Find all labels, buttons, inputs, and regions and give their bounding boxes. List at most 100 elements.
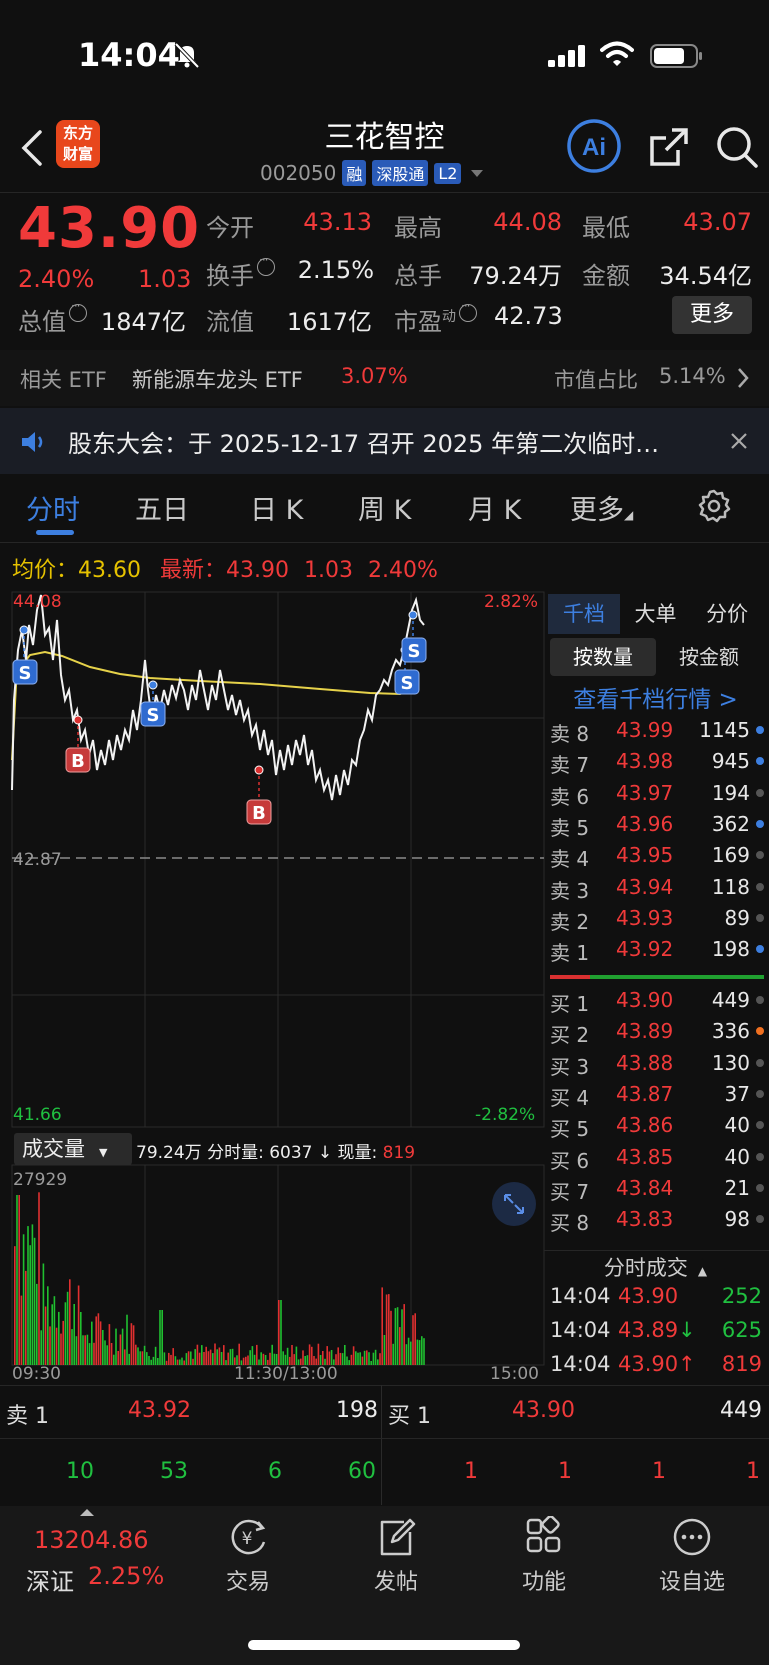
tab-five-day[interactable]: 五日 <box>135 488 189 527</box>
view-depth-link[interactable]: 查看千档行情 > <box>548 680 763 714</box>
bid-row[interactable]: 买 6 43.85 40 <box>550 1145 764 1176</box>
nav-customize[interactable]: 设自选 <box>642 1516 742 1596</box>
ask-row[interactable]: 卖 7 43.98 945 <box>550 749 764 780</box>
sell-marker[interactable]: S <box>140 701 166 727</box>
tab-full-depth[interactable]: 千档 <box>548 594 620 634</box>
ai-assistant-icon[interactable]: Ai <box>566 118 622 174</box>
sell-queue-item: 60 <box>348 1459 376 1484</box>
search-icon[interactable] <box>714 124 760 170</box>
share-icon[interactable] <box>646 124 692 170</box>
wifi-icon <box>600 41 634 66</box>
market-cap-label[interactable]: 总值 <box>18 299 87 337</box>
svg-text:S: S <box>408 641 421 662</box>
volume-bar <box>405 1344 408 1365</box>
index-name[interactable]: 深证 <box>26 1562 74 1597</box>
tab-more[interactable]: 更多◢ <box>570 488 633 527</box>
sell-marker[interactable]: S <box>394 669 420 695</box>
tab-large-orders[interactable]: 大单 <box>620 594 692 634</box>
volume-bar <box>106 1345 108 1365</box>
volume-bar <box>350 1354 353 1365</box>
volume-bars <box>14 1192 425 1365</box>
ask-volume: 89 <box>724 905 750 930</box>
ask-row[interactable]: 卖 3 43.94 118 <box>550 875 764 906</box>
volume-bar <box>187 1351 190 1365</box>
ask-dot <box>756 757 764 766</box>
close-icon[interactable] <box>730 432 748 450</box>
volume-bar <box>66 1291 69 1365</box>
volume-bar <box>124 1349 126 1365</box>
announcement-banner[interactable]: 股东大会：于 2025-12-17 召开 2025 年第二次临时… <box>0 408 769 474</box>
buy-marker[interactable]: B <box>65 747 91 773</box>
buy-marker[interactable]: B <box>246 799 272 825</box>
ask-row[interactable]: 卖 8 43.99 1145 <box>550 718 764 749</box>
tab-daily-k[interactable]: 日 K <box>250 488 303 527</box>
subtab-by-quantity[interactable]: 按数量 <box>550 638 656 676</box>
tab-intraday[interactable]: 分时 <box>26 488 80 527</box>
related-etf-row[interactable]: 相关 ETF 新能源车龙头 ETF 3.07% 市值占比 5.14% <box>0 350 769 406</box>
volume-bar <box>174 1356 177 1365</box>
bid-row[interactable]: 买 7 43.84 21 <box>550 1176 764 1207</box>
volume-bar <box>416 1339 419 1365</box>
ask-row[interactable]: 卖 1 43.92 198 <box>550 937 764 968</box>
volume-bar <box>115 1328 117 1365</box>
bid-volume: 40 <box>724 1113 750 1138</box>
tag-margin: 融 <box>342 160 367 186</box>
volume-bar <box>143 1345 146 1365</box>
bid-row[interactable]: 买 8 43.83 98 <box>550 1207 764 1238</box>
ask-row[interactable]: 卖 2 43.93 89 <box>550 906 764 937</box>
y-axis-top: 44.08 <box>13 592 62 612</box>
buy-queue-item: 1 <box>746 1459 760 1484</box>
index-percent[interactable]: 2.25% <box>88 1562 164 1590</box>
nav-post[interactable]: 发帖 <box>346 1516 446 1596</box>
expand-button[interactable] <box>492 1182 536 1226</box>
bid-level: 买 7 <box>550 1179 590 1204</box>
volume-bar <box>91 1321 93 1365</box>
tab-weekly-k[interactable]: 周 K <box>358 488 411 527</box>
intraday-chart[interactable]: S B S B S S <box>0 590 548 1390</box>
ask-row[interactable]: 卖 4 43.95 169 <box>550 843 764 874</box>
bid-row[interactable]: 买 4 43.87 37 <box>550 1082 764 1113</box>
sell-marker[interactable]: S <box>401 637 427 663</box>
subtab-by-amount[interactable]: 按金额 <box>656 638 762 676</box>
volume-bar <box>366 1350 368 1365</box>
nav-trade[interactable]: ¥ 交易 <box>198 1516 298 1596</box>
bid-level: 买 1 <box>550 992 590 1016</box>
nav-functions[interactable]: 功能 <box>494 1516 594 1596</box>
volume-bar <box>152 1356 155 1365</box>
bid-row[interactable]: 买 3 43.88 130 <box>550 1051 764 1082</box>
ask-row[interactable]: 卖 6 43.97 194 <box>550 781 764 812</box>
pct-axis-top: 2.82% <box>484 592 539 612</box>
ask-dot <box>756 819 764 828</box>
bid-row[interactable]: 买 5 43.86 40 <box>550 1113 764 1144</box>
volume-bar <box>374 1349 377 1365</box>
volume-bar <box>121 1328 124 1365</box>
volume-bar <box>40 1330 42 1365</box>
low-value: 43.07 <box>683 208 752 236</box>
volume-bar <box>18 1195 20 1365</box>
info-icon[interactable] <box>459 299 477 322</box>
tick-volume: 625 <box>721 1318 762 1342</box>
tick-trades-title[interactable]: 分时成交 ▲ <box>548 1252 763 1282</box>
tab-price-distribution[interactable]: 分价 <box>691 594 763 634</box>
volume-bar <box>198 1352 201 1365</box>
info-icon[interactable] <box>69 299 87 322</box>
info-icon[interactable] <box>257 253 275 276</box>
bid-row[interactable]: 买 2 43.89 336 <box>550 1019 764 1050</box>
volume-bar <box>341 1353 344 1365</box>
pe-label[interactable]: 市盈动 <box>394 299 477 337</box>
more-button[interactable]: 更多 <box>672 296 752 334</box>
expand-up-icon[interactable] <box>80 1509 94 1516</box>
ask-row[interactable]: 卖 5 43.96 362 <box>550 812 764 843</box>
bid-price: 43.90 <box>616 988 674 1012</box>
more-circle-icon <box>673 1518 711 1556</box>
index-value[interactable]: 13204.86 <box>34 1526 149 1554</box>
tab-monthly-k[interactable]: 月 K <box>468 488 521 527</box>
ask-price: 43.97 <box>616 780 674 805</box>
stock-code-row[interactable]: 002050 融 深股通 L2 <box>260 158 484 188</box>
turnover-label[interactable]: 换手 <box>206 253 275 291</box>
gear-icon[interactable] <box>696 488 732 524</box>
bid-row[interactable]: 买 1 43.90 449 <box>550 988 764 1019</box>
sell-marker[interactable]: S <box>12 659 38 685</box>
volume-bar <box>361 1356 364 1365</box>
volume-indicator-select[interactable]: 成交量 ▼ <box>14 1133 132 1165</box>
